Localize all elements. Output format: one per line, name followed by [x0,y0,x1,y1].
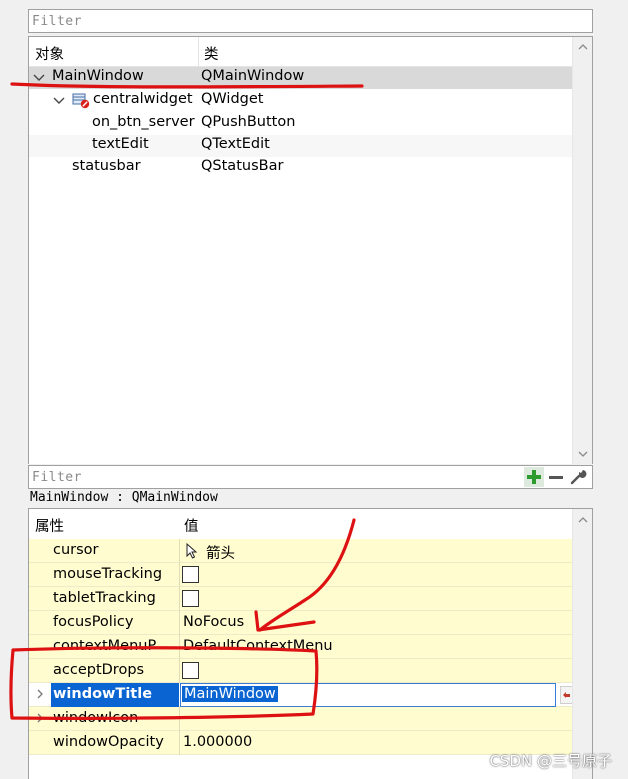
property-name: mouseTracking [53,566,163,582]
property-name: windowIcon [53,710,139,726]
property-value[interactable]: DefaultContextMenu [183,638,333,654]
property-name: contextMenuP [53,638,157,654]
configure-button[interactable] [568,467,588,487]
acceptdrops-checkbox[interactable] [182,662,199,679]
tree-object-class: QTextEdit [201,136,270,152]
property-name: cursor [53,542,99,558]
property-table-scrollbar[interactable] [572,509,592,779]
property-value[interactable]: 1.000000 [183,734,252,750]
scroll-down-icon[interactable] [578,449,588,459]
tree-object-name: textEdit [92,136,149,152]
property-row-mousetracking[interactable]: mouseTracking [29,563,573,587]
tree-object-name: centralwidget [93,91,193,107]
mousetracking-checkbox[interactable] [182,566,199,583]
property-row-cursor[interactable]: cursor 箭头 [29,539,573,563]
property-name: focusPolicy [53,614,134,630]
tree-object-class: QPushButton [201,114,296,130]
property-name: windowOpacity [53,734,164,750]
csdn-watermark: CSDN @三号原子 [489,752,612,770]
remove-property-button[interactable] [546,467,566,487]
property-column-header[interactable]: 属性 [35,515,64,536]
property-row-windowicon[interactable]: windowIcon [29,707,573,731]
object-filter-placeholder: Filter [32,14,82,29]
add-icon [527,470,541,484]
object-tree-scrollbar[interactable] [572,37,592,464]
widget-layout-icon [72,93,90,109]
tree-object-class: QWidget [201,91,264,107]
tree-object-name: on_btn_server [92,114,195,130]
window-title-value: MainWindow [182,686,278,702]
property-filter-placeholder: Filter [32,470,82,485]
object-tree-header: 对象 类 [29,37,573,67]
tree-row-textedit[interactable]: textEdit QTextEdit [29,135,573,157]
property-row-acceptdrops[interactable]: acceptDrops [29,659,573,683]
property-row-focuspolicy[interactable]: focusPolicy NoFocus [29,611,573,635]
tree-row-mainwindow[interactable]: MainWindow QMainWindow [29,67,573,89]
remove-icon [549,476,563,479]
chevron-right-icon[interactable] [35,689,45,699]
scroll-up-icon[interactable] [578,515,588,525]
object-inspector-tree: 对象 类 MainWindow QMainWindow centralwidge… [28,36,593,464]
property-editor-caption: MainWindow : QMainWindow [30,490,218,505]
object-column-header[interactable]: 对象 [35,43,64,64]
property-toolbar [522,466,592,488]
property-name: tabletTracking [53,590,156,606]
wrench-icon [570,470,587,485]
scroll-up-icon[interactable] [578,42,588,52]
add-property-button[interactable] [524,467,544,487]
property-value[interactable]: NoFocus [183,614,244,630]
property-name: acceptDrops [53,662,145,678]
property-editor-table: 属性 值 cursor 箭头 mouseTracking tabletTrack… [28,508,593,779]
property-filter-input[interactable]: Filter [28,465,593,489]
chevron-down-icon[interactable] [33,73,45,83]
chevron-down-icon[interactable] [53,96,65,106]
property-row-contextmenupolicy[interactable]: contextMenuP DefaultContextMenu [29,635,573,659]
tree-row-on-btn-server[interactable]: on_btn_server QPushButton [29,113,573,135]
tree-row-centralwidget[interactable]: centralwidget QWidget [29,90,573,112]
tree-object-name: MainWindow [52,68,144,84]
window-title-input[interactable]: MainWindow [180,683,556,707]
property-value[interactable]: 箭头 [206,542,235,563]
property-row-windowtitle[interactable]: windowTitle MainWindow [29,683,573,707]
chevron-right-icon[interactable] [35,713,45,723]
tree-object-class: QMainWindow [201,68,305,84]
class-column-header[interactable]: 类 [204,43,219,64]
tablettracking-checkbox[interactable] [182,590,199,607]
tree-row-statusbar[interactable]: statusbar QStatusBar [29,157,573,179]
value-column-header[interactable]: 值 [184,515,199,536]
reset-icon [563,692,570,698]
object-filter-input[interactable]: Filter [28,9,593,33]
arrow-cursor-icon [186,543,198,559]
property-row-tablettracking[interactable]: tabletTracking [29,587,573,611]
tree-object-name: statusbar [72,158,141,174]
tree-object-class: QStatusBar [201,158,284,174]
property-name: windowTitle [51,683,179,707]
property-table-header: 属性 值 [29,509,573,539]
